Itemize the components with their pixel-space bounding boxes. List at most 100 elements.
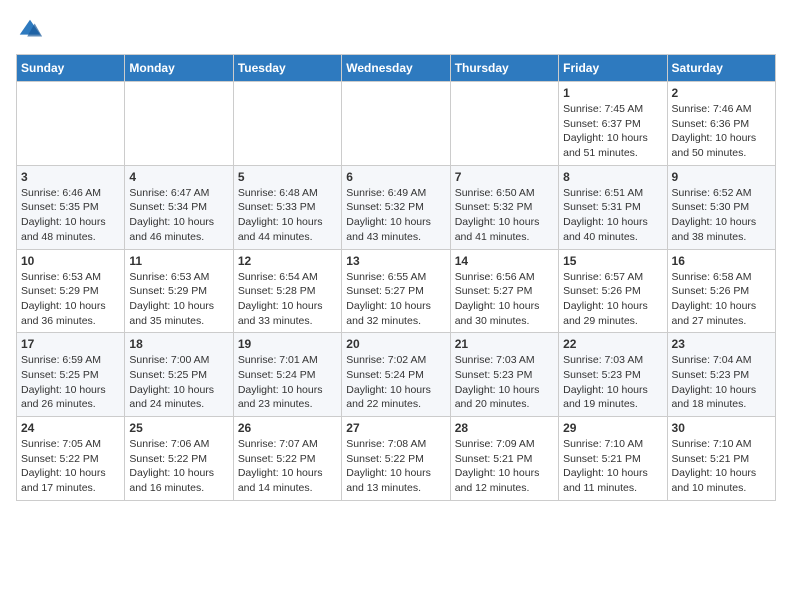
- day-number: 12: [238, 254, 337, 268]
- calendar-cell: 29 Sunrise: 7:10 AM Sunset: 5:21 PM Dayli…: [559, 417, 667, 501]
- calendar-cell: [342, 82, 450, 166]
- day-number: 8: [563, 170, 662, 184]
- day-number: 5: [238, 170, 337, 184]
- weekday-header: Sunday: [17, 55, 125, 82]
- day-info: Sunrise: 6:51 AM Sunset: 5:31 PM Dayligh…: [563, 186, 662, 245]
- day-info: Sunrise: 6:50 AM Sunset: 5:32 PM Dayligh…: [455, 186, 554, 245]
- calendar-cell: 11 Sunrise: 6:53 AM Sunset: 5:29 PM Dayli…: [125, 249, 233, 333]
- day-info: Sunrise: 7:01 AM Sunset: 5:24 PM Dayligh…: [238, 353, 337, 412]
- day-number: 24: [21, 421, 120, 435]
- calendar-cell: 1 Sunrise: 7:45 AM Sunset: 6:37 PM Daylig…: [559, 82, 667, 166]
- calendar-cell: 5 Sunrise: 6:48 AM Sunset: 5:33 PM Daylig…: [233, 165, 341, 249]
- day-info: Sunrise: 6:46 AM Sunset: 5:35 PM Dayligh…: [21, 186, 120, 245]
- day-number: 1: [563, 86, 662, 100]
- day-info: Sunrise: 6:48 AM Sunset: 5:33 PM Dayligh…: [238, 186, 337, 245]
- day-info: Sunrise: 7:10 AM Sunset: 5:21 PM Dayligh…: [563, 437, 662, 496]
- calendar-cell: 24 Sunrise: 7:05 AM Sunset: 5:22 PM Dayli…: [17, 417, 125, 501]
- day-info: Sunrise: 6:54 AM Sunset: 5:28 PM Dayligh…: [238, 270, 337, 329]
- day-info: Sunrise: 7:06 AM Sunset: 5:22 PM Dayligh…: [129, 437, 228, 496]
- calendar-cell: 22 Sunrise: 7:03 AM Sunset: 5:23 PM Dayli…: [559, 333, 667, 417]
- calendar-header-row: SundayMondayTuesdayWednesdayThursdayFrid…: [17, 55, 776, 82]
- day-info: Sunrise: 6:58 AM Sunset: 5:26 PM Dayligh…: [672, 270, 771, 329]
- day-info: Sunrise: 6:55 AM Sunset: 5:27 PM Dayligh…: [346, 270, 445, 329]
- day-info: Sunrise: 6:57 AM Sunset: 5:26 PM Dayligh…: [563, 270, 662, 329]
- day-number: 19: [238, 337, 337, 351]
- day-number: 16: [672, 254, 771, 268]
- day-info: Sunrise: 6:56 AM Sunset: 5:27 PM Dayligh…: [455, 270, 554, 329]
- logo-icon: [16, 16, 44, 44]
- calendar-cell: 10 Sunrise: 6:53 AM Sunset: 5:29 PM Dayli…: [17, 249, 125, 333]
- day-number: 11: [129, 254, 228, 268]
- calendar-cell: 25 Sunrise: 7:06 AM Sunset: 5:22 PM Dayli…: [125, 417, 233, 501]
- day-number: 15: [563, 254, 662, 268]
- calendar-cell: 3 Sunrise: 6:46 AM Sunset: 5:35 PM Daylig…: [17, 165, 125, 249]
- day-info: Sunrise: 6:53 AM Sunset: 5:29 PM Dayligh…: [21, 270, 120, 329]
- weekday-header: Tuesday: [233, 55, 341, 82]
- day-number: 14: [455, 254, 554, 268]
- day-number: 22: [563, 337, 662, 351]
- calendar-cell: 15 Sunrise: 6:57 AM Sunset: 5:26 PM Dayli…: [559, 249, 667, 333]
- day-number: 7: [455, 170, 554, 184]
- calendar-week-row: 10 Sunrise: 6:53 AM Sunset: 5:29 PM Dayli…: [17, 249, 776, 333]
- logo: [16, 16, 48, 44]
- calendar-cell: 16 Sunrise: 6:58 AM Sunset: 5:26 PM Dayli…: [667, 249, 775, 333]
- weekday-header: Saturday: [667, 55, 775, 82]
- day-number: 25: [129, 421, 228, 435]
- calendar-cell: 27Sunrise: 7:08 AM Sunset: 5:22 PM Dayli…: [342, 417, 450, 501]
- calendar-cell: 13 Sunrise: 6:55 AM Sunset: 5:27 PM Dayli…: [342, 249, 450, 333]
- calendar-cell: 17Sunrise: 6:59 AM Sunset: 5:25 PM Dayli…: [17, 333, 125, 417]
- calendar-week-row: 24 Sunrise: 7:05 AM Sunset: 5:22 PM Dayli…: [17, 417, 776, 501]
- day-number: 9: [672, 170, 771, 184]
- calendar-cell: 21Sunrise: 7:03 AM Sunset: 5:23 PM Dayli…: [450, 333, 558, 417]
- page-header: [16, 16, 776, 44]
- calendar-cell: 19 Sunrise: 7:01 AM Sunset: 5:24 PM Dayli…: [233, 333, 341, 417]
- day-info: Sunrise: 7:03 AM Sunset: 5:23 PM Dayligh…: [563, 353, 662, 412]
- calendar-cell: 7 Sunrise: 6:50 AM Sunset: 5:32 PM Daylig…: [450, 165, 558, 249]
- day-number: 10: [21, 254, 120, 268]
- calendar-cell: 12 Sunrise: 6:54 AM Sunset: 5:28 PM Dayli…: [233, 249, 341, 333]
- day-number: 18: [129, 337, 228, 351]
- day-number: 29: [563, 421, 662, 435]
- calendar-cell: 28 Sunrise: 7:09 AM Sunset: 5:21 PM Dayli…: [450, 417, 558, 501]
- calendar-cell: 6 Sunrise: 6:49 AM Sunset: 5:32 PM Daylig…: [342, 165, 450, 249]
- calendar-cell: 30 Sunrise: 7:10 AM Sunset: 5:21 PM Dayli…: [667, 417, 775, 501]
- calendar-cell: [450, 82, 558, 166]
- day-number: 13: [346, 254, 445, 268]
- day-info: Sunrise: 6:53 AM Sunset: 5:29 PM Dayligh…: [129, 270, 228, 329]
- calendar-cell: 4Sunrise: 6:47 AM Sunset: 5:34 PM Daylig…: [125, 165, 233, 249]
- day-number: 2: [672, 86, 771, 100]
- day-info: Sunrise: 6:52 AM Sunset: 5:30 PM Dayligh…: [672, 186, 771, 245]
- calendar-cell: 14 Sunrise: 6:56 AM Sunset: 5:27 PM Dayli…: [450, 249, 558, 333]
- calendar-cell: 8 Sunrise: 6:51 AM Sunset: 5:31 PM Daylig…: [559, 165, 667, 249]
- calendar-cell: [125, 82, 233, 166]
- calendar-cell: 26 Sunrise: 7:07 AM Sunset: 5:22 PM Dayli…: [233, 417, 341, 501]
- day-info: Sunrise: 7:00 AM Sunset: 5:25 PM Dayligh…: [129, 353, 228, 412]
- calendar-cell: 18 Sunrise: 7:00 AM Sunset: 5:25 PM Dayli…: [125, 333, 233, 417]
- calendar-cell: 2 Sunrise: 7:46 AM Sunset: 6:36 PM Daylig…: [667, 82, 775, 166]
- day-info: Sunrise: 7:10 AM Sunset: 5:21 PM Dayligh…: [672, 437, 771, 496]
- calendar-cell: 9 Sunrise: 6:52 AM Sunset: 5:30 PM Daylig…: [667, 165, 775, 249]
- day-info: Sunrise: 7:07 AM Sunset: 5:22 PM Dayligh…: [238, 437, 337, 496]
- day-info: Sunrise: 7:46 AM Sunset: 6:36 PM Dayligh…: [672, 102, 771, 161]
- day-info: Sunrise: 7:02 AM Sunset: 5:24 PM Dayligh…: [346, 353, 445, 412]
- weekday-header: Thursday: [450, 55, 558, 82]
- day-number: 3: [21, 170, 120, 184]
- calendar: SundayMondayTuesdayWednesdayThursdayFrid…: [16, 54, 776, 501]
- calendar-cell: [233, 82, 341, 166]
- day-number: 26: [238, 421, 337, 435]
- calendar-cell: 20Sunrise: 7:02 AM Sunset: 5:24 PM Dayli…: [342, 333, 450, 417]
- day-info: Sunrise: 6:49 AM Sunset: 5:32 PM Dayligh…: [346, 186, 445, 245]
- day-number: 30: [672, 421, 771, 435]
- day-info: Sunrise: 7:08 AM Sunset: 5:22 PM Dayligh…: [346, 437, 445, 496]
- day-info: Sunrise: 6:47 AM Sunset: 5:34 PM Dayligh…: [129, 186, 228, 245]
- calendar-week-row: 17Sunrise: 6:59 AM Sunset: 5:25 PM Dayli…: [17, 333, 776, 417]
- day-info: Sunrise: 7:03 AM Sunset: 5:23 PM Dayligh…: [455, 353, 554, 412]
- day-number: 6: [346, 170, 445, 184]
- weekday-header: Monday: [125, 55, 233, 82]
- day-info: Sunrise: 7:09 AM Sunset: 5:21 PM Dayligh…: [455, 437, 554, 496]
- calendar-cell: 23Sunrise: 7:04 AM Sunset: 5:23 PM Dayli…: [667, 333, 775, 417]
- day-number: 28: [455, 421, 554, 435]
- day-info: Sunrise: 7:45 AM Sunset: 6:37 PM Dayligh…: [563, 102, 662, 161]
- day-info: Sunrise: 7:05 AM Sunset: 5:22 PM Dayligh…: [21, 437, 120, 496]
- weekday-header: Friday: [559, 55, 667, 82]
